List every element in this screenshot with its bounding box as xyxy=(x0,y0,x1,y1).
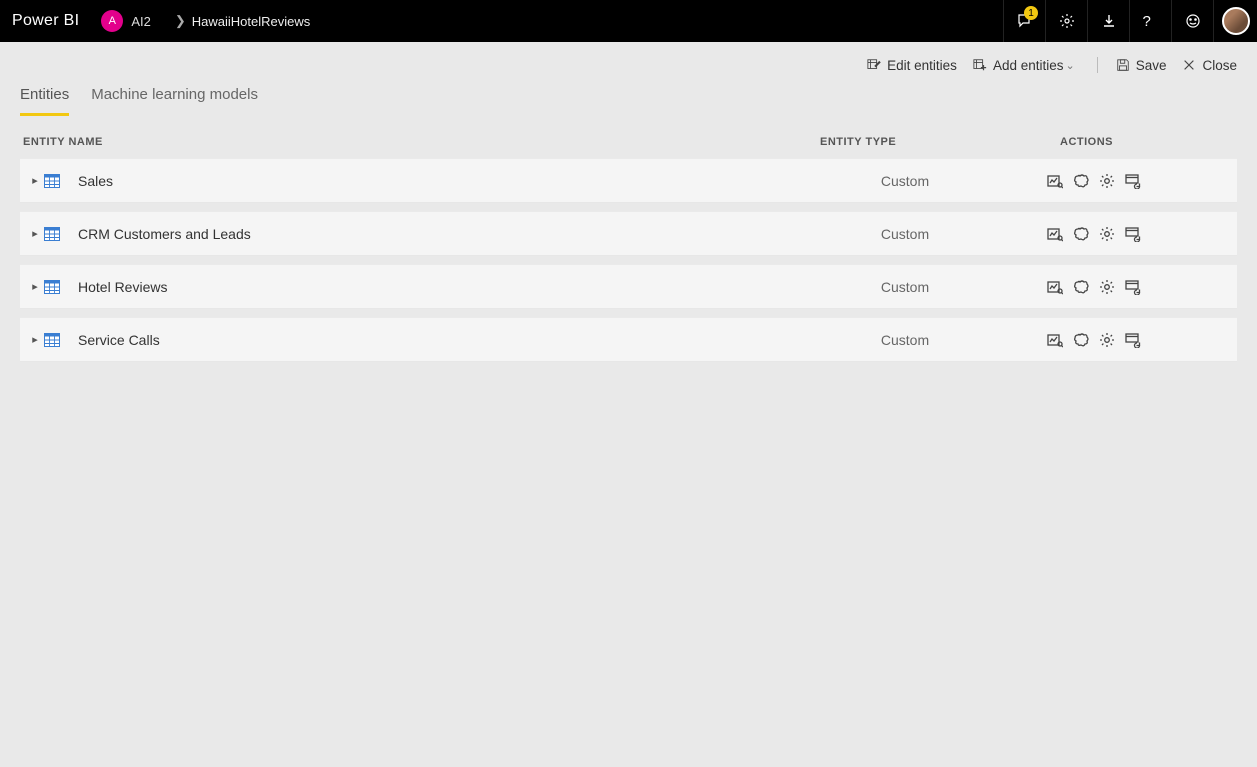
expand-toggle[interactable]: ▸ xyxy=(30,174,40,187)
entity-type: Custom xyxy=(820,332,990,348)
settings-button[interactable] xyxy=(1045,0,1087,42)
close-button[interactable]: Close xyxy=(1182,58,1237,73)
expand-toggle[interactable]: ▸ xyxy=(30,280,40,293)
col-header-name: ENTITY NAME xyxy=(20,136,820,148)
action-ml-model-icon[interactable] xyxy=(1073,332,1089,348)
feedback-button[interactable] xyxy=(1171,0,1213,42)
entity-type: Custom xyxy=(820,173,990,189)
entities-table: ENTITY NAME ENTITY TYPE ACTIONS ▸ Sales … xyxy=(0,116,1257,362)
question-icon: ? xyxy=(1143,13,1159,29)
table-entity-icon xyxy=(44,174,60,188)
page-toolbar: Edit entities Add entities ⌄ Save Close xyxy=(0,42,1257,88)
expand-toggle[interactable]: ▸ xyxy=(30,333,40,346)
action-insights-icon[interactable] xyxy=(1047,279,1063,295)
workspace-badge[interactable]: A xyxy=(101,10,123,32)
tab-ml-models[interactable]: Machine learning models xyxy=(91,86,258,116)
add-entities-dropdown[interactable]: ⌄ xyxy=(1061,59,1078,72)
action-ml-model-icon[interactable] xyxy=(1073,173,1089,189)
notification-badge: 1 xyxy=(1024,6,1038,20)
col-header-actions: ACTIONS xyxy=(990,136,1237,148)
entity-name: Hotel Reviews xyxy=(78,279,167,295)
action-ml-model-icon[interactable] xyxy=(1073,226,1089,242)
table-row[interactable]: ▸ Hotel Reviews Custom xyxy=(20,264,1237,309)
save-button[interactable]: Save xyxy=(1116,58,1167,73)
edit-entities-button[interactable]: Edit entities xyxy=(867,58,957,73)
download-button[interactable] xyxy=(1087,0,1129,42)
action-refresh-icon[interactable] xyxy=(1125,332,1141,348)
add-entities-label: Add entities xyxy=(993,58,1064,73)
breadcrumb-dataset[interactable]: HawaiiHotelReviews xyxy=(192,14,311,29)
expand-toggle[interactable]: ▸ xyxy=(30,227,40,240)
col-header-type: ENTITY TYPE xyxy=(820,136,990,148)
action-refresh-icon[interactable] xyxy=(1125,226,1141,242)
user-avatar-button[interactable] xyxy=(1213,0,1257,42)
add-entities-button[interactable]: Add entities xyxy=(973,58,1064,73)
brand-label: Power BI xyxy=(12,12,79,30)
close-label: Close xyxy=(1202,58,1237,73)
entity-name: CRM Customers and Leads xyxy=(78,226,251,242)
table-entity-icon xyxy=(44,280,60,294)
table-entity-icon xyxy=(44,227,60,241)
action-ml-model-icon[interactable] xyxy=(1073,279,1089,295)
table-row[interactable]: ▸ Service Calls Custom xyxy=(20,317,1237,362)
save-label: Save xyxy=(1136,58,1167,73)
action-settings-icon[interactable] xyxy=(1099,279,1115,295)
tab-entities[interactable]: Entities xyxy=(20,86,69,116)
edit-entities-label: Edit entities xyxy=(887,58,957,73)
table-row[interactable]: ▸ Sales Custom xyxy=(20,158,1237,203)
action-settings-icon[interactable] xyxy=(1099,332,1115,348)
action-settings-icon[interactable] xyxy=(1099,173,1115,189)
help-button[interactable]: ? xyxy=(1129,0,1171,42)
toolbar-divider xyxy=(1097,57,1098,73)
notifications-button[interactable]: 1 xyxy=(1003,0,1045,42)
entity-name: Sales xyxy=(78,173,113,189)
breadcrumb: AI2 ❯ HawaiiHotelReviews xyxy=(131,13,310,29)
entity-name: Service Calls xyxy=(78,332,160,348)
action-settings-icon[interactable] xyxy=(1099,226,1115,242)
action-insights-icon[interactable] xyxy=(1047,226,1063,242)
tab-bar: Entities Machine learning models xyxy=(0,86,1257,116)
entity-type: Custom xyxy=(820,226,990,242)
avatar-icon xyxy=(1222,7,1250,35)
add-entities-icon xyxy=(973,58,987,72)
action-refresh-icon[interactable] xyxy=(1125,279,1141,295)
save-icon xyxy=(1116,58,1130,72)
workspace-name[interactable]: AI2 xyxy=(131,14,151,29)
chevron-right-icon: ❯ xyxy=(175,13,186,29)
entity-type: Custom xyxy=(820,279,990,295)
action-refresh-icon[interactable] xyxy=(1125,173,1141,189)
table-entity-icon xyxy=(44,333,60,347)
action-insights-icon[interactable] xyxy=(1047,173,1063,189)
action-insights-icon[interactable] xyxy=(1047,332,1063,348)
table-header: ENTITY NAME ENTITY TYPE ACTIONS xyxy=(20,130,1237,158)
table-row[interactable]: ▸ CRM Customers and Leads Custom xyxy=(20,211,1237,256)
close-icon xyxy=(1182,58,1196,72)
top-nav-bar: Power BI A AI2 ❯ HawaiiHotelReviews 1 ? xyxy=(0,0,1257,42)
edit-entities-icon xyxy=(867,58,881,72)
